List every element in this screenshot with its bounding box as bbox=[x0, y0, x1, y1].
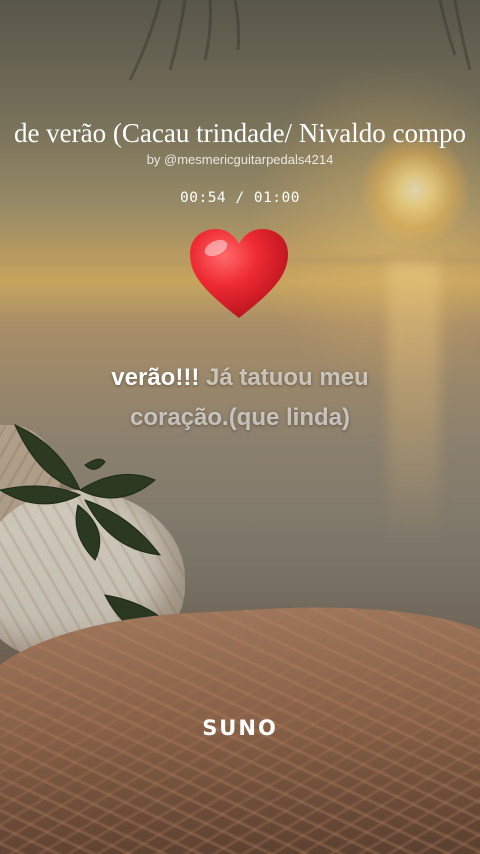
lyrics-display: verão!!! Já tatuou meu coração.(que lind… bbox=[40, 358, 440, 438]
lyric-upcoming-text: coração.(que linda) bbox=[129, 404, 351, 431]
red-heart-icon bbox=[190, 229, 288, 318]
song-title: de verão (Cacau trindade/ Nivaldo compo bbox=[13, 118, 467, 148]
lyric-upcoming-text: Já tatuou meu bbox=[199, 364, 369, 391]
song-author: by @mesmericguitarpedals4214 bbox=[146, 152, 334, 167]
lyric-sung-text: verão!!! bbox=[111, 364, 200, 391]
suno-logo: SUNO bbox=[202, 716, 278, 740]
lyrics-line-1: verão!!! Já tatuou meu bbox=[40, 358, 440, 398]
playback-time: 00:54 / 01:00 bbox=[180, 190, 300, 206]
lyrics-line-2: coração.(que linda) bbox=[40, 398, 440, 438]
